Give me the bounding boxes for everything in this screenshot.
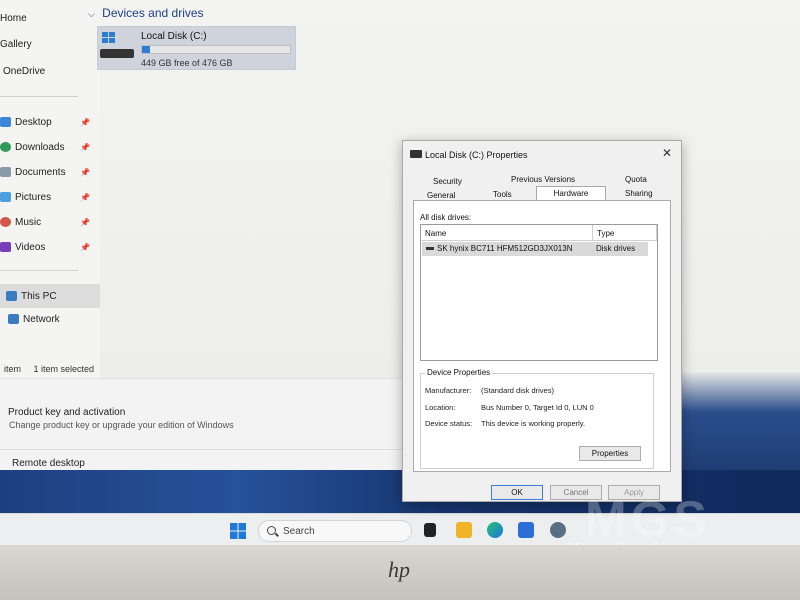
nav-item-videos[interactable]: Videos 📌 [0, 236, 100, 258]
computer-icon [6, 291, 17, 301]
nav-item-documents[interactable]: Documents 📌 [0, 161, 100, 183]
store-icon[interactable] [518, 522, 534, 538]
status-bar: item 1 item selected [0, 364, 110, 374]
nav-item-label: Pictures [15, 191, 52, 203]
hardware-tab-panel: All disk drives: Name Type SK hynix BC71… [413, 200, 671, 472]
nav-item-label: Documents [15, 166, 66, 178]
ok-button[interactable]: OK [491, 485, 543, 500]
explorer-nav-pane: Home Gallery OneDrive Desktop 📌 Download… [0, 0, 100, 380]
product-key-subtitle: Change product key or upgrade your editi… [9, 420, 234, 430]
video-icon [0, 242, 11, 252]
file-explorer-icon[interactable] [456, 522, 472, 538]
row-name: SK hynix BC711 HFM512GD3JX013N [437, 244, 573, 253]
column-header-name[interactable]: Name [421, 225, 593, 241]
device-status-value: This device is working properly. [481, 419, 586, 428]
tab-sharing[interactable]: Sharing [625, 189, 653, 198]
desktop-icon [0, 117, 11, 127]
nav-item-label: OneDrive [3, 65, 46, 77]
disk-usage-bar [141, 45, 291, 54]
tab-hardware[interactable]: Hardware [536, 186, 606, 200]
task-view-icon[interactable] [424, 523, 436, 537]
pin-icon: 📌 [80, 217, 90, 227]
windows-logo-icon [102, 32, 115, 43]
settings-gear-icon[interactable] [550, 522, 566, 538]
disk-drives-table: Name Type SK hynix BC711 HFM512GD3JX013N… [420, 224, 658, 361]
network-icon [8, 314, 19, 324]
download-icon [0, 142, 11, 152]
properties-button[interactable]: Properties [579, 446, 641, 461]
drive-icon [100, 49, 134, 58]
nav-item-label: Desktop [15, 116, 52, 128]
status-selection: 1 item selected [33, 364, 95, 374]
nav-item-downloads[interactable]: Downloads 📌 [0, 136, 100, 158]
status-item-count: item [4, 364, 22, 374]
disk-usage-fill [142, 46, 151, 53]
nav-item-label: Videos [15, 241, 46, 253]
nav-item-home[interactable]: Home [0, 7, 100, 29]
nav-item-label: Home [0, 12, 27, 24]
nav-divider [0, 96, 78, 97]
nav-item-label: This PC [21, 290, 57, 302]
pin-icon: 📌 [80, 242, 90, 252]
nav-item-label: Downloads [15, 141, 65, 153]
column-header-type[interactable]: Type [593, 225, 657, 241]
section-title: Devices and drives [102, 6, 204, 20]
remote-desktop-title[interactable]: Remote desktop [12, 458, 85, 469]
pin-icon: 📌 [80, 117, 90, 127]
nav-item-label: Network [23, 313, 60, 325]
tab-previous-versions[interactable]: Previous Versions [511, 175, 575, 184]
taskbar-search[interactable]: Search [258, 520, 412, 542]
divider [0, 449, 402, 450]
devices-and-drives-header[interactable]: ⌵ Devices and drives [88, 6, 204, 20]
dialog-title: Local Disk (C:) Properties [425, 150, 528, 160]
tab-quota[interactable]: Quota [625, 175, 647, 184]
location-value: Bus Number 0, Target Id 0, LUN 0 [481, 403, 594, 412]
chevron-down-icon: ⌵ [88, 9, 95, 19]
device-properties-group: Device Properties Manufacturer: (Standar… [420, 368, 654, 469]
nav-item-this-pc[interactable]: This PC [0, 284, 100, 308]
drive-icon [426, 247, 434, 250]
device-properties-legend: Device Properties [425, 368, 493, 377]
search-placeholder: Search [283, 525, 315, 537]
row-type: Disk drives [596, 244, 636, 253]
picture-icon [0, 192, 11, 202]
table-row[interactable]: SK hynix BC711 HFM512GD3JX013N Disk driv… [422, 242, 648, 256]
manufacturer-value: (Standard disk drives) [481, 386, 554, 395]
monitor-screen: Home Gallery OneDrive Desktop 📌 Download… [0, 0, 800, 545]
pin-icon: 📌 [80, 192, 90, 202]
local-disk-tile[interactable]: Local Disk (C:) 449 GB free of 476 GB [97, 26, 296, 70]
close-button[interactable]: ✕ [659, 146, 675, 160]
edge-icon[interactable] [487, 522, 503, 538]
document-icon [0, 167, 11, 177]
nav-item-pictures[interactable]: Pictures 📌 [0, 186, 100, 208]
device-status-label: Device status: [425, 419, 473, 428]
nav-item-desktop[interactable]: Desktop 📌 [0, 111, 100, 133]
disk-properties-dialog: Local Disk (C:) Properties ✕ Security Pr… [402, 140, 682, 502]
nav-item-gallery[interactable]: Gallery [0, 33, 100, 55]
tab-security[interactable]: Security [433, 177, 462, 186]
drive-icon [410, 150, 422, 158]
pin-icon: 📌 [80, 167, 90, 177]
nav-item-music[interactable]: Music 📌 [0, 211, 100, 233]
hp-logo: hp [388, 557, 410, 582]
search-icon [267, 526, 276, 535]
disk-name: Local Disk (C:) [141, 31, 207, 42]
disk-free-space: 449 GB free of 476 GB [141, 58, 233, 68]
watermark-logo: MGS [585, 491, 711, 545]
nav-item-onedrive[interactable]: OneDrive [0, 60, 100, 82]
nav-item-label: Gallery [0, 38, 32, 50]
tab-tools[interactable]: Tools [493, 190, 512, 199]
product-key-title[interactable]: Product key and activation [8, 407, 125, 418]
nav-divider [0, 270, 78, 271]
start-button[interactable] [230, 523, 246, 539]
music-icon [0, 217, 11, 227]
nav-item-label: Music [15, 216, 42, 228]
pin-icon: 📌 [80, 142, 90, 152]
all-disk-drives-label: All disk drives: [420, 213, 472, 222]
manufacturer-label: Manufacturer: [425, 386, 472, 395]
nav-item-network[interactable]: Network [0, 308, 100, 330]
location-label: Location: [425, 403, 456, 412]
tab-general[interactable]: General [427, 191, 455, 200]
